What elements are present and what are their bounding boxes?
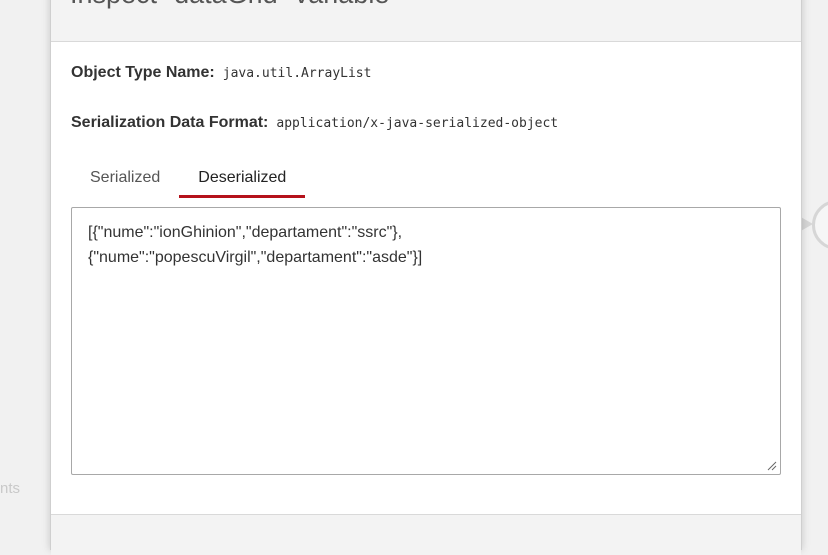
diagram-end-event (812, 200, 828, 250)
serialization-format-value: application/x-java-serialized-object (276, 116, 559, 131)
serialization-format-label: Serialization Data Format: (71, 114, 269, 131)
tab-deserialized[interactable]: Deserialized (179, 168, 306, 198)
tab-serialized[interactable]: Serialized (71, 168, 179, 196)
serialization-format-row: Serialization Data Format: application/x-… (71, 114, 558, 132)
background-text: nts (0, 480, 21, 497)
object-type-value: java.util.ArrayList (222, 66, 372, 81)
variable-value-textarea[interactable]: [{"nume":"ionGhinion","departament":"ssr… (71, 207, 781, 475)
view-tabs: Serialized Deserialized (71, 168, 306, 198)
resize-handle-icon[interactable] (767, 461, 777, 471)
dialog-header: Inspect "dataGrid" variable (51, 0, 801, 42)
object-type-row: Object Type Name: java.util.ArrayList (71, 64, 371, 82)
object-type-label: Object Type Name: (71, 64, 215, 81)
dialog-footer (51, 514, 801, 555)
dialog-title: Inspect "dataGrid" variable (70, 0, 389, 8)
inspect-variable-dialog: Inspect "dataGrid" variable Object Type … (50, 0, 802, 555)
